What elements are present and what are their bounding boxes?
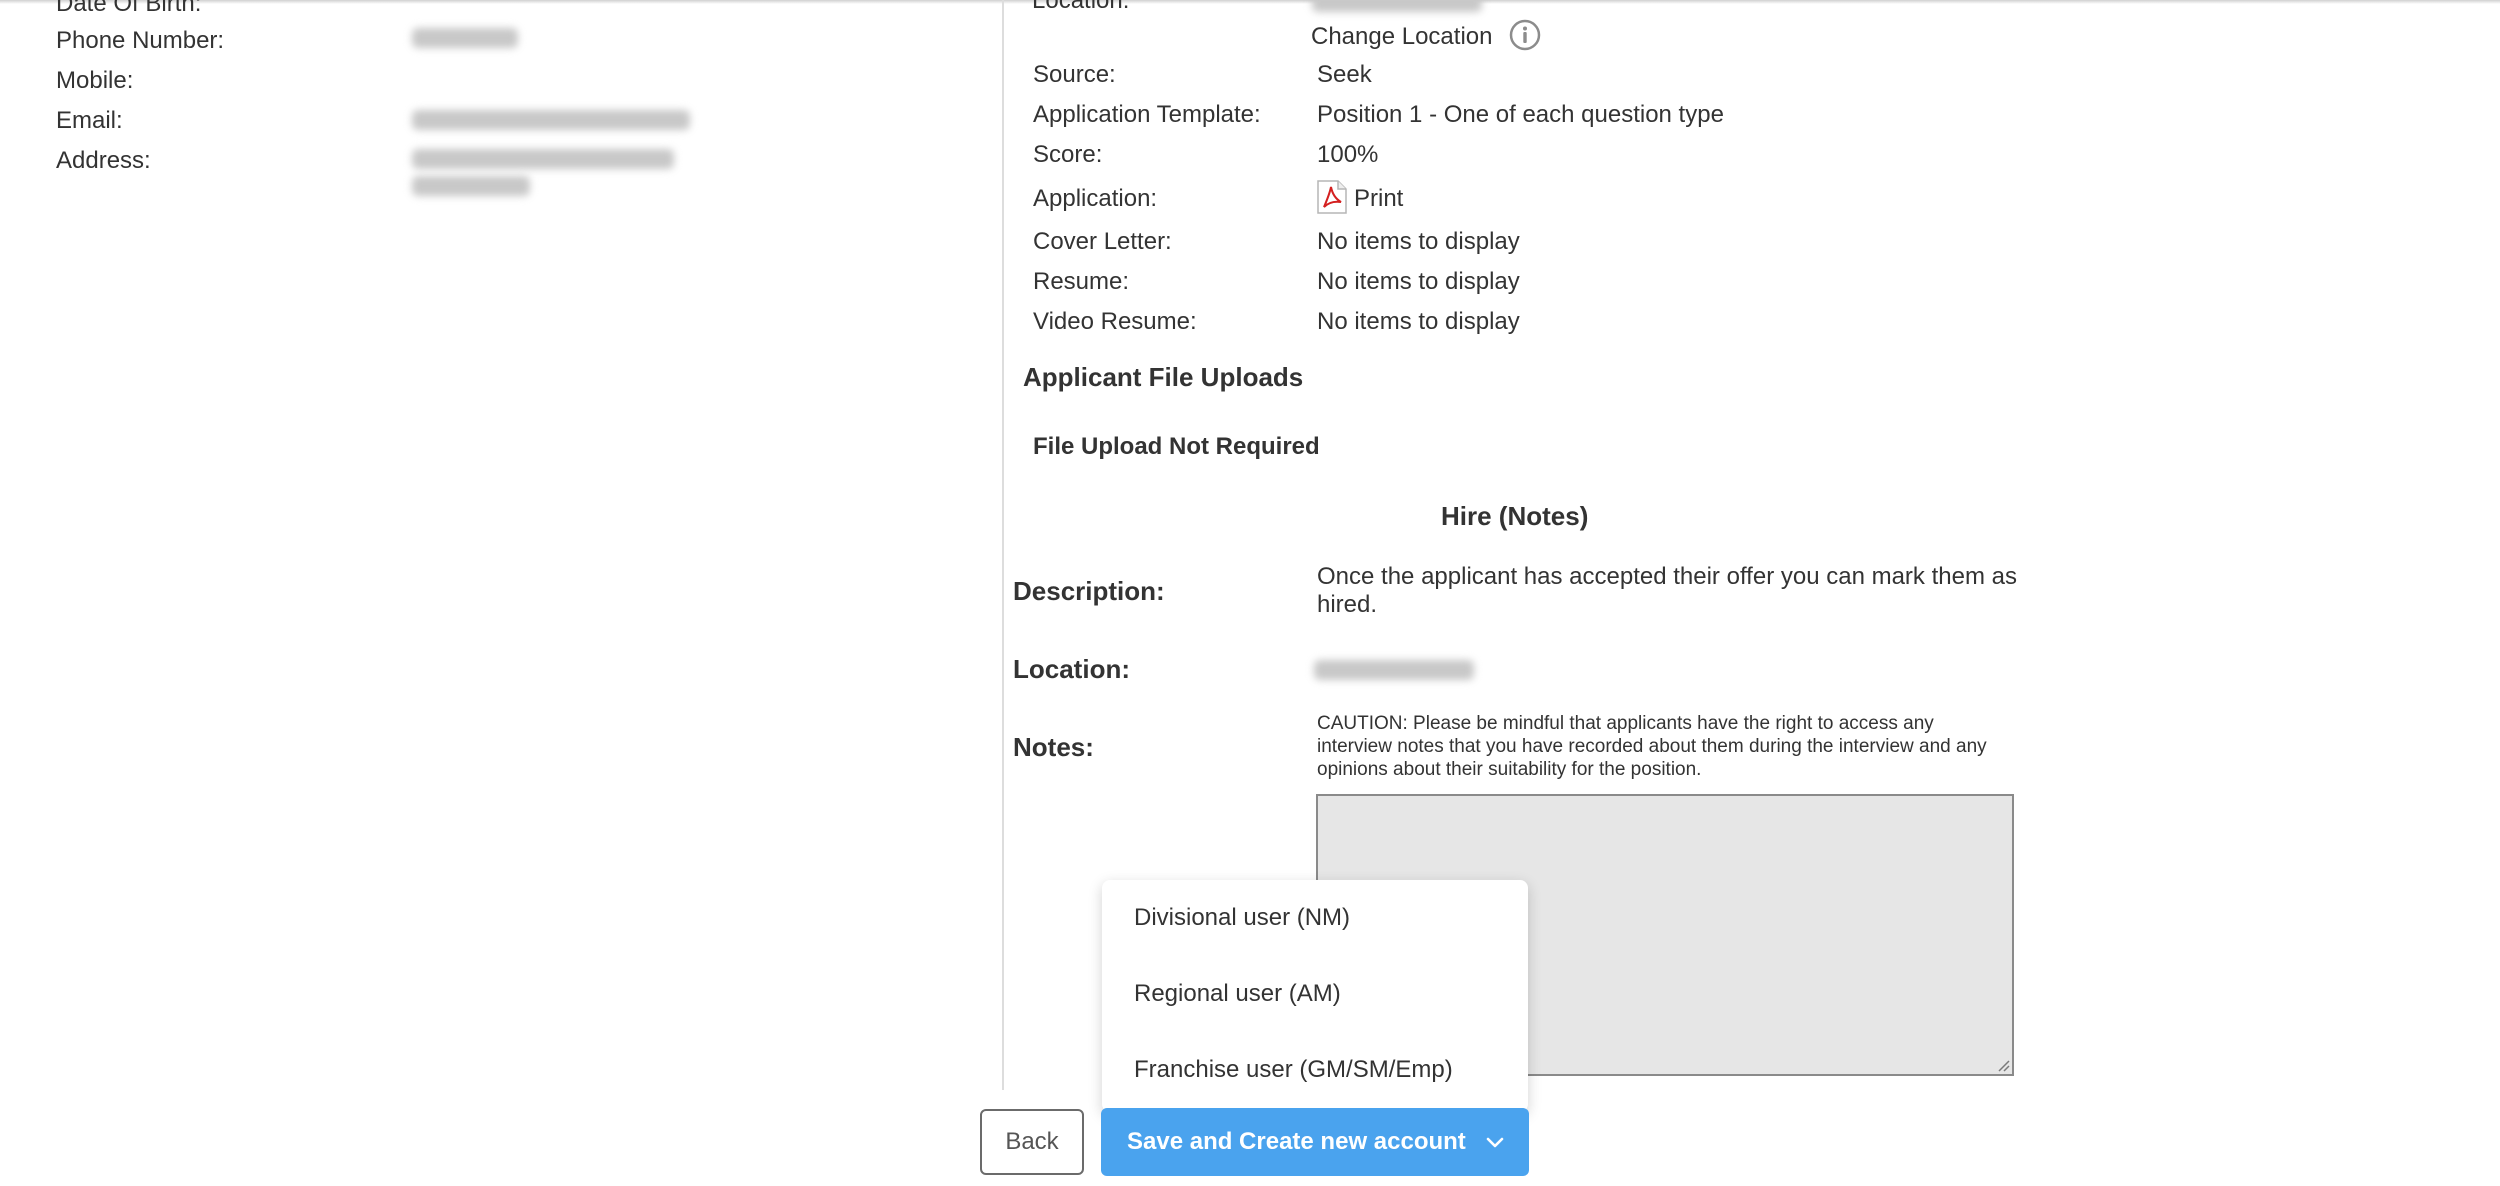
file-upload-status: File Upload Not Required	[1033, 433, 1320, 460]
caution-line: CAUTION: Please be mindful that applican…	[1317, 713, 1934, 734]
video-resume-label: Video Resume:	[1033, 308, 1197, 335]
chevron-down-icon[interactable]	[1483, 1130, 1507, 1154]
back-button[interactable]: Back	[980, 1109, 1084, 1175]
account-type-dropdown: Divisional user (NM) Regional user (AM) …	[1102, 880, 1528, 1112]
notes-label: Notes:	[1013, 732, 1094, 762]
resume-label: Resume:	[1033, 268, 1130, 295]
score-label: Score:	[1033, 141, 1103, 168]
description-line1: Once the applicant has accepted their of…	[1317, 563, 2017, 590]
info-icon[interactable]	[1509, 19, 1541, 51]
caution-text: CAUTION: Please be mindful that applican…	[1317, 712, 2047, 781]
email-label: Email:	[56, 107, 123, 134]
pdf-icon[interactable]	[1316, 180, 1348, 214]
column-divider	[1002, 0, 1004, 1090]
score-value: 100%	[1317, 141, 1379, 168]
top-shadow	[0, 0, 2500, 4]
email-value-redacted	[412, 110, 690, 130]
caution-line: opinions about their suitability for the…	[1317, 759, 1702, 780]
save-button-label: Save and Create new account	[1127, 1128, 1466, 1155]
phone-label: Phone Number:	[56, 27, 225, 54]
source-value: Seek	[1317, 61, 1372, 88]
resize-grip-icon[interactable]	[1994, 1056, 2010, 1072]
address-label: Address:	[56, 147, 151, 174]
address-line1-redacted	[412, 149, 674, 169]
location-value-redacted	[1312, 0, 1482, 12]
location-label: Location:	[1032, 0, 1130, 14]
file-uploads-heading: Applicant File Uploads	[1023, 362, 1304, 392]
hire-location-value-redacted	[1314, 660, 1474, 680]
save-and-create-account-button[interactable]: Save and Create new account	[1101, 1108, 1529, 1176]
mobile-label: Mobile:	[56, 67, 134, 94]
dob-label: Date Of Birth:	[56, 0, 202, 17]
cover-letter-label: Cover Letter:	[1033, 228, 1172, 255]
application-label: Application:	[1033, 185, 1158, 212]
resume-value: No items to display	[1317, 268, 1520, 295]
menu-item-regional-user[interactable]: Regional user (AM)	[1134, 980, 1341, 1008]
video-resume-value: No items to display	[1317, 308, 1520, 335]
menu-item-divisional-user[interactable]: Divisional user (NM)	[1134, 904, 1350, 932]
description-line2: hired.	[1317, 591, 1378, 618]
template-value: Position 1 - One of each question type	[1317, 101, 1724, 128]
change-location-link[interactable]: Change Location	[1311, 23, 1492, 51]
address-line2-redacted	[412, 176, 530, 196]
cover-letter-value: No items to display	[1317, 228, 1520, 255]
caution-line: interview notes that you have recorded a…	[1317, 736, 1987, 757]
print-link[interactable]: Print	[1354, 185, 1403, 213]
hire-notes-heading: Hire (Notes)	[1441, 501, 1589, 531]
menu-item-franchise-user[interactable]: Franchise user (GM/SM/Emp)	[1134, 1056, 1453, 1084]
source-label: Source:	[1033, 61, 1116, 88]
description-label: Description:	[1013, 576, 1165, 606]
template-label: Application Template:	[1033, 101, 1261, 128]
phone-value-redacted	[412, 28, 518, 48]
hire-location-label: Location:	[1013, 654, 1130, 684]
